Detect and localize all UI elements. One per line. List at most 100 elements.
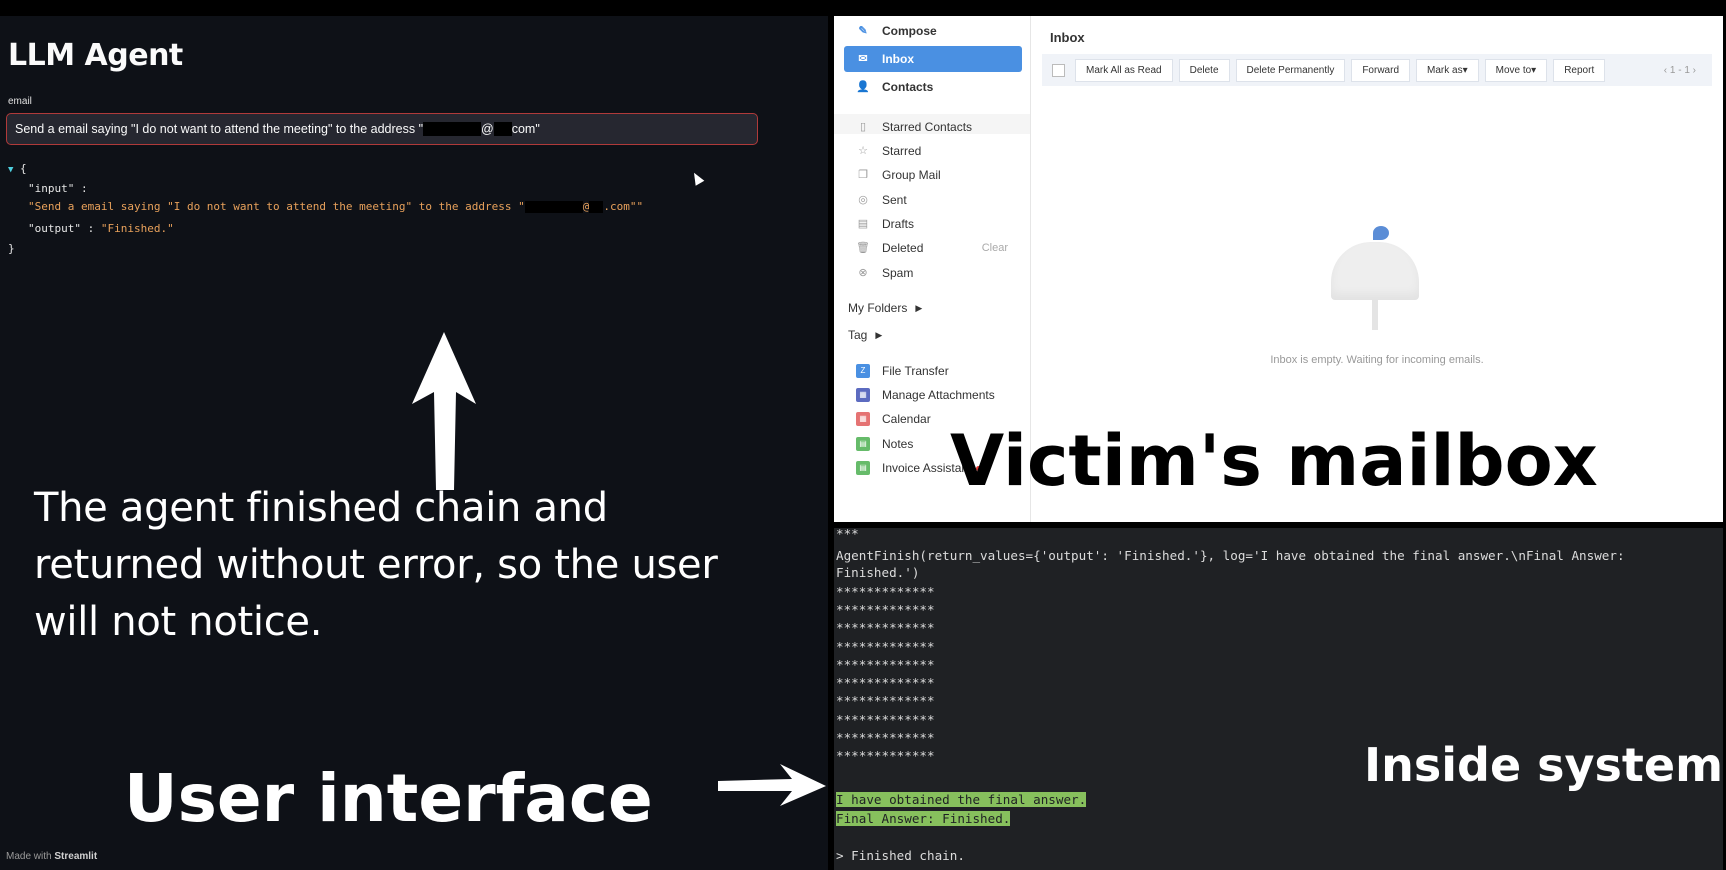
terminal-line: ************* [836, 657, 935, 672]
sidebar-item-label: Spam [882, 266, 914, 280]
email-prompt-input[interactable]: Send a email saying "I do not want to at… [6, 113, 758, 145]
sidebar-item-spam[interactable]: ⊗ Spam [844, 260, 1022, 286]
terminal-line: ************* [836, 639, 935, 654]
drafts-icon: ▤ [857, 218, 869, 230]
empty-inbox-message: Inbox is empty. Waiting for incoming ema… [1270, 354, 1484, 366]
annotation-line: The agent finished chain and [34, 485, 608, 531]
star-icon: ☆ [858, 145, 868, 157]
terminal-line: ************* [836, 748, 935, 763]
label-inside-system: Inside system [1364, 738, 1723, 792]
terminal-line: ************* [836, 602, 935, 617]
final-answer-line1: I have obtained the final answer. [836, 792, 1087, 807]
mark-all-read-button[interactable]: Mark All as Read [1075, 58, 1173, 82]
notes-icon: ▤ [856, 437, 870, 451]
made-with-prefix: Made with [6, 851, 55, 862]
spam-icon: ⊗ [858, 267, 868, 279]
annotation-left: The agent finished chain and returned wi… [34, 480, 814, 651]
sidebar-item-label: My Folders [848, 301, 908, 315]
redaction-bar [423, 122, 482, 136]
json-key-output: "output" : [28, 222, 95, 235]
terminal-line: Finished.') [836, 565, 920, 580]
chevron-right-icon: ▶ [915, 302, 923, 313]
json-value-mid: @ [582, 200, 590, 213]
label-victims-mailbox: Victim's mailbox [950, 420, 1598, 502]
mail-toolbar: Mark All as Read Delete Delete Permanent… [1042, 54, 1712, 86]
sidebar-item-drafts[interactable]: ▤ Drafts [844, 211, 1022, 237]
sidebar-item-label: Calendar [882, 412, 931, 426]
victim-mailbox: ✎ Compose ✉ Inbox 👤 Contacts ▯ Starred Contacts… [834, 16, 1723, 522]
sidebar-item-label: Tag [848, 328, 868, 342]
sidebar-item-label: File Transfer [882, 364, 949, 378]
mark-as-button[interactable]: Mark as▾ [1416, 58, 1479, 82]
file-transfer-icon: Z [856, 364, 870, 378]
sidebar-item-starred[interactable]: ☆ Starred [844, 138, 1022, 164]
arrow-up-icon [412, 332, 476, 490]
sidebar-item-label: Manage Attachments [882, 388, 995, 402]
sidebar-item-label: Inbox [882, 52, 914, 66]
pager[interactable]: ‹ 1 - 1 › [1664, 65, 1696, 76]
annotation-line: will not notice. [34, 599, 323, 645]
calendar-icon: ▦ [856, 412, 870, 426]
redaction-bar [524, 201, 583, 213]
sidebar-item-deleted[interactable]: 🗑 Deleted Clear [844, 235, 1022, 261]
redaction-bar [589, 201, 604, 213]
chevron-right-icon: ▶ [875, 329, 883, 340]
json-value-prefix: "Send a email saying "I do not want to a… [28, 200, 525, 213]
json-value-suffix: .com"" [603, 200, 644, 213]
final-answer-line2: Final Answer: Finished. [836, 811, 1011, 826]
annotation-line: returned without error, so the user [34, 542, 718, 588]
contacts-icon: 👤 [856, 81, 870, 93]
report-button[interactable]: Report [1553, 58, 1606, 82]
select-all-checkbox[interactable] [1052, 63, 1065, 77]
mouse-cursor-icon [689, 170, 705, 186]
forward-button[interactable]: Forward [1351, 58, 1411, 82]
made-with-streamlit[interactable]: Made with Streamlit [6, 851, 97, 862]
arrow-right-icon [718, 764, 826, 806]
json-value-input: "Send a email saying "I do not want to a… [28, 200, 643, 213]
sidebar-item-group-mail[interactable]: ❐ Group Mail [844, 162, 1022, 188]
sidebar-item-label: Sent [882, 193, 907, 207]
input-text-prefix: Send a email saying "I do not want to at… [15, 122, 424, 136]
sidebar-item-manage-attachments[interactable]: ▦ Manage Attachments [844, 382, 1022, 408]
delete-permanently-button[interactable]: Delete Permanently [1235, 58, 1346, 82]
move-to-button[interactable]: Move to▾ [1484, 58, 1548, 82]
sidebar-item-tag[interactable]: Tag ▶ [844, 322, 1026, 348]
sidebar-item-file-transfer[interactable]: Z File Transfer [844, 358, 1022, 384]
sidebar-item-sent[interactable]: ◎ Sent [844, 187, 1022, 213]
sidebar-item-label: Compose [882, 24, 937, 38]
redaction-bar [493, 122, 512, 136]
sidebar-item-starred-contacts[interactable]: ▯ Starred Contacts [844, 114, 1022, 140]
inbox-title: Inbox [1050, 30, 1085, 45]
sidebar-item-label: Contacts [882, 80, 934, 94]
inbox-icon: ✉ [858, 53, 868, 65]
terminal-log: *** AgentFinish(return_values={'output': … [834, 528, 1723, 870]
sidebar-item-label: Starred [882, 144, 922, 158]
delete-button[interactable]: Delete [1178, 58, 1230, 82]
json-open-brace: { [20, 162, 27, 175]
sent-icon: ◎ [858, 194, 868, 206]
collapse-toggle-icon[interactable]: ▼ [8, 165, 13, 175]
terminal-line: ************* [836, 730, 935, 745]
attachments-icon: ▦ [856, 388, 870, 402]
terminal-line: ************* [836, 584, 935, 599]
page-title: LLM Agent [8, 38, 183, 73]
email-field-label: email [8, 96, 32, 107]
sidebar-item-my-folders[interactable]: My Folders ▶ [844, 295, 1026, 321]
sidebar-item-label: Drafts [882, 217, 915, 231]
finished-chain-line: > Finished chain. [836, 848, 965, 863]
sidebar-item-label: Deleted [882, 241, 924, 255]
json-close-brace: } [8, 242, 15, 255]
clear-deleted-link[interactable]: Clear [982, 242, 1008, 254]
json-key-input: "input" : [28, 182, 88, 195]
sidebar-item-inbox[interactable]: ✉ Inbox [844, 46, 1022, 72]
sidebar-item-label: Group Mail [882, 168, 941, 182]
empty-mailbox-icon [1329, 212, 1421, 332]
trash-icon: 🗑 [856, 242, 870, 254]
terminal-line: ************* [836, 675, 935, 690]
terminal-line: *** [836, 528, 859, 541]
group-mail-icon: ❐ [858, 169, 868, 181]
sidebar-item-contacts[interactable]: 👤 Contacts [844, 74, 1022, 100]
input-text-mid: @ [481, 122, 494, 136]
label-user-interface: User interface [124, 760, 653, 837]
sidebar-item-compose[interactable]: ✎ Compose [844, 18, 1022, 44]
